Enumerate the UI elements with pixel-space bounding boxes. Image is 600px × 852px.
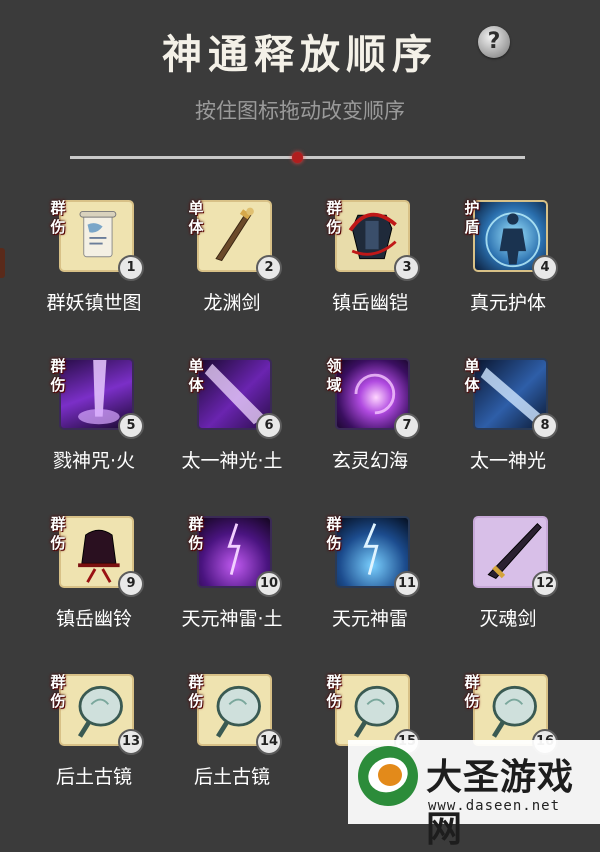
skill-type-tag: 单体: [188, 357, 204, 394]
skill-type-tag: 单体: [188, 199, 204, 236]
skill-item[interactable]: 单体 8 太一神光: [414, 348, 558, 488]
skill-type-tag: 群伤: [188, 673, 204, 710]
skill-name: 太一神光: [469, 450, 546, 472]
skill-item[interactable]: 群伤 14 后土古镜: [138, 664, 282, 804]
skill-type-tag: 群伤: [326, 673, 342, 710]
skill-item[interactable]: 群伤 1 群妖镇世图: [0, 190, 144, 330]
skill-item[interactable]: 群伤 9 镇岳幽铃: [0, 506, 144, 646]
watermark-url: www.daseen.net: [428, 798, 561, 814]
skill-type-tag: 单体: [464, 357, 480, 394]
skill-item[interactable]: 12 灭魂剑: [414, 506, 558, 646]
skill-type-tag: 群伤: [326, 199, 342, 236]
site-logo-icon: [358, 746, 418, 806]
skill-item[interactable]: 护盾 4 真元护体: [414, 190, 558, 330]
help-button[interactable]: ?: [478, 26, 510, 58]
skill-name: 真元护体: [469, 292, 546, 314]
skill-item[interactable]: 群伤 3 镇岳幽铠: [276, 190, 420, 330]
skill-type-tag: 护盾: [464, 199, 480, 236]
skill-item[interactable]: 群伤 13 后土古镜: [0, 664, 144, 804]
skill-type-tag: 群伤: [326, 515, 342, 552]
skill-item[interactable]: 群伤 11 天元神雷: [276, 506, 420, 646]
order-badge: 12: [532, 571, 558, 597]
skill-type-tag: 群伤: [50, 673, 66, 710]
skill-type-tag: 领域: [326, 357, 342, 394]
order-badge: 4: [532, 255, 558, 281]
site-watermark: 大圣游戏网 www.daseen.net: [348, 740, 600, 850]
skill-item[interactable]: 群伤 5 戮神咒·火: [0, 348, 144, 488]
skill-name: 灭魂剑: [479, 608, 537, 630]
divider-slider: [70, 152, 525, 163]
skill-item[interactable]: 单体 6 太一神光·土: [138, 348, 282, 488]
header: 神通释放顺序 ? 按住图标拖动改变顺序: [0, 0, 600, 190]
subtitle: 按住图标拖动改变顺序: [195, 99, 405, 123]
order-badge: 8: [532, 413, 558, 439]
skill-type-tag: 群伤: [50, 515, 66, 552]
skill-type-tag: 群伤: [188, 515, 204, 552]
skill-type-tag: 群伤: [464, 673, 480, 710]
skill-type-tag: 群伤: [50, 357, 66, 394]
skill-type-tag: [462, 515, 482, 534]
skill-type-tag: 群伤: [50, 199, 66, 236]
page-title: 神通释放顺序: [162, 31, 438, 78]
skill-item[interactable]: 群伤 10 天元神雷·土: [138, 506, 282, 646]
skill-item[interactable]: 单体 2 龙渊剑: [138, 190, 282, 330]
skill-item[interactable]: 领域 7 玄灵幻海: [276, 348, 420, 488]
slider-knob: [292, 152, 303, 163]
